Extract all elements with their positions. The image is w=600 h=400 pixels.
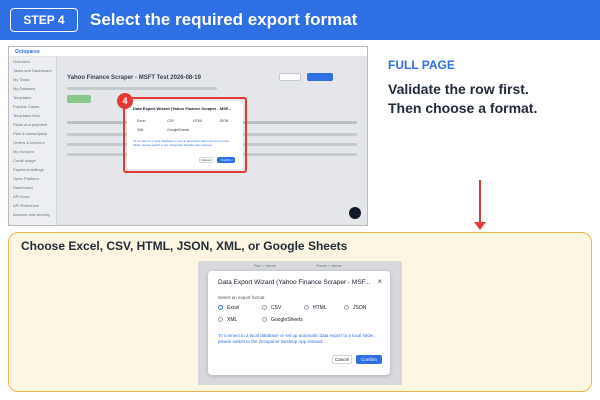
radio-icon[interactable] bbox=[262, 317, 267, 323]
option-json[interactable]: JSON bbox=[344, 305, 366, 311]
zoomed-panel: Choose Excel, CSV, HTML, JSON, XML, or G… bbox=[8, 232, 592, 392]
option-label: JSON bbox=[353, 305, 367, 311]
sidebar-item[interactable]: Account and security bbox=[13, 211, 52, 219]
app-topbar: Octoparse bbox=[9, 47, 367, 57]
option-googlesheets[interactable]: GoogleSheets bbox=[262, 317, 303, 323]
chat-icon[interactable] bbox=[349, 207, 361, 219]
desktop-app-note[interactable]: To connect to a local database or set up… bbox=[218, 333, 384, 345]
sidebar-item[interactable]: My Datasets bbox=[13, 85, 52, 93]
option-html[interactable]: HTML bbox=[304, 305, 327, 311]
sidebar-item[interactable]: Overview bbox=[13, 58, 52, 66]
option-xml[interactable]: XML bbox=[218, 317, 237, 323]
sidebar-item[interactable]: Plan & subscription bbox=[13, 130, 52, 138]
option-label: HTML bbox=[313, 305, 327, 311]
export-wizard-dialog: Data Export Wizard (Yahoo Finance Scrape… bbox=[208, 271, 390, 375]
sidebar-item[interactable]: Templates Hub bbox=[13, 112, 52, 120]
option-csv[interactable]: CSV bbox=[262, 305, 281, 311]
option-label: CSV bbox=[271, 305, 282, 311]
highlight-box bbox=[123, 97, 247, 173]
option-label: GoogleSheets bbox=[271, 317, 303, 323]
confirm-button[interactable]: Confirm bbox=[356, 355, 382, 364]
export-button[interactable] bbox=[307, 73, 333, 81]
cancel-button[interactable]: Cancel bbox=[332, 355, 352, 364]
dialog-title: Data Export Wizard (Yahoo Finance Scrape… bbox=[218, 279, 371, 286]
select-format-label: Select an export format bbox=[218, 295, 265, 300]
bottom-caption: Choose Excel, CSV, HTML, JSON, XML, or G… bbox=[21, 239, 348, 253]
zoomed-screenshot: Run > Items Pause > Items Data Export Wi… bbox=[198, 261, 402, 385]
instruction-line-1: Validate the row first. bbox=[388, 81, 529, 97]
step-header: STEP 4 Select the required export format bbox=[0, 0, 600, 40]
radio-icon[interactable] bbox=[304, 305, 309, 311]
sidebar-item[interactable]: Payment settings bbox=[13, 166, 52, 174]
edit-button[interactable] bbox=[279, 73, 301, 81]
sidebar-item[interactable]: Tasks and Dashboard bbox=[13, 67, 52, 75]
option-label: XML bbox=[227, 317, 238, 323]
radio-icon[interactable] bbox=[262, 305, 267, 311]
sidebar-item[interactable]: Popular Cases bbox=[13, 103, 52, 111]
step-title: Select the required export format bbox=[90, 10, 358, 29]
app-page-title: Yahoo Finance Scraper - MSFT Test 2026-0… bbox=[67, 75, 201, 81]
radio-icon[interactable] bbox=[218, 317, 223, 323]
radio-selected-icon[interactable] bbox=[218, 305, 223, 311]
sidebar-item[interactable]: Plans and payment bbox=[13, 121, 52, 129]
step-badge: STEP 4 bbox=[10, 8, 78, 32]
sidebar-item[interactable]: API Reference bbox=[13, 202, 52, 210]
sidebar-item[interactable]: Credit usage bbox=[13, 157, 52, 165]
app-sidebar: Overview Tasks and Dashboard My Tasks My… bbox=[9, 57, 57, 225]
bg-tab: Run > Items bbox=[254, 263, 276, 268]
full-page-screenshot: Octoparse Overview Tasks and Dashboard M… bbox=[8, 46, 368, 226]
sidebar-item[interactable]: My Tasks bbox=[13, 76, 52, 84]
placeholder-line bbox=[67, 87, 217, 90]
sidebar-item[interactable]: API Keys bbox=[13, 193, 52, 201]
sidebar-item[interactable]: Dashboard bbox=[13, 184, 52, 192]
step-marker: 4 bbox=[117, 93, 133, 109]
radio-icon[interactable] bbox=[344, 305, 349, 311]
instruction-line-2: Then choose a format. bbox=[388, 100, 538, 116]
option-excel[interactable]: Excel bbox=[218, 305, 239, 311]
green-status-badge bbox=[67, 95, 91, 103]
sidebar-item[interactable]: My Invoices bbox=[13, 148, 52, 156]
down-arrow-icon bbox=[474, 222, 486, 230]
sidebar-item[interactable]: Orders & invoices bbox=[13, 139, 52, 147]
option-label: Excel bbox=[227, 305, 240, 311]
full-page-label: FULL PAGE bbox=[388, 58, 455, 72]
close-icon[interactable]: × bbox=[377, 277, 382, 286]
down-arrow-shaft bbox=[479, 180, 481, 224]
app-logo: Octoparse bbox=[15, 49, 40, 55]
bg-tab: Pause > Items bbox=[316, 263, 342, 268]
sidebar-item[interactable]: Open Platform bbox=[13, 175, 52, 183]
sidebar-item[interactable]: Templates bbox=[13, 94, 52, 102]
